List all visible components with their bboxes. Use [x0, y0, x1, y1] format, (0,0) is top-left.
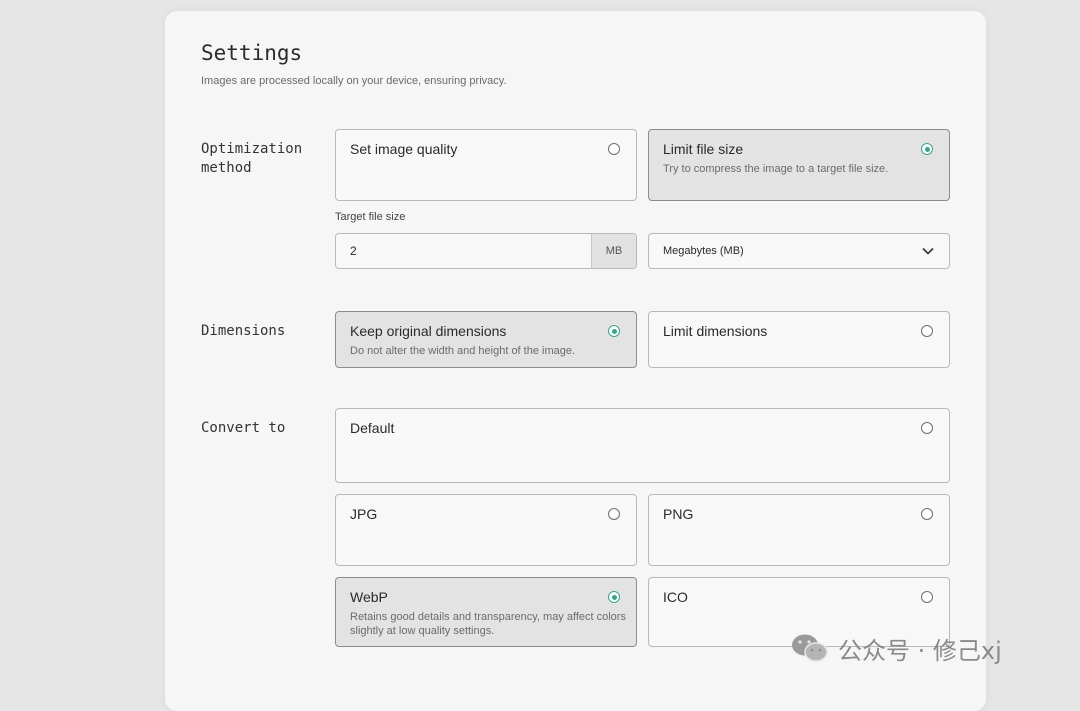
target-file-size-label: Target file size — [335, 211, 406, 223]
radio-selected-icon[interactable] — [921, 143, 933, 155]
radio-icon[interactable] — [921, 325, 933, 337]
option-keep-original-dimensions[interactable]: Keep original dimensions Do not alter th… — [335, 311, 637, 368]
option-title: Keep original dimensions — [350, 323, 507, 339]
page-title: Settings — [201, 41, 303, 65]
radio-icon[interactable] — [608, 508, 620, 520]
section-label-line: Optimization — [201, 141, 303, 157]
radio-icon[interactable] — [921, 508, 933, 520]
unit-select[interactable]: Megabytes (MB) — [648, 233, 950, 269]
chevron-down-icon — [922, 247, 934, 255]
option-png[interactable]: PNG — [648, 494, 950, 566]
radio-icon[interactable] — [921, 591, 933, 603]
option-title: PNG — [663, 506, 694, 522]
option-limit-dimensions[interactable]: Limit dimensions — [648, 311, 950, 368]
radio-selected-icon[interactable] — [608, 591, 620, 603]
watermark-text: 公众号 · 修己xj — [838, 636, 1002, 665]
radio-selected-icon[interactable] — [608, 325, 620, 337]
option-title: JPG — [350, 506, 378, 522]
wechat-icon — [792, 634, 828, 662]
option-limit-file-size[interactable]: Limit file size Try to compress the imag… — [648, 129, 950, 201]
watermark: 公众号 · 修己xj — [790, 630, 1002, 666]
option-title: Limit file size — [663, 141, 744, 157]
option-description: Do not alter the width and height of the… — [350, 345, 576, 357]
radio-icon[interactable] — [608, 143, 620, 155]
section-label-convert: Convert to — [201, 420, 286, 436]
section-label-dimensions: Dimensions — [201, 323, 286, 339]
page-subtitle: Images are processed locally on your dev… — [201, 75, 507, 87]
option-title: WebP — [350, 589, 388, 605]
option-description: Retains good details and transparency, m… — [350, 611, 626, 637]
unit-select-value: Megabytes (MB) — [663, 245, 744, 257]
option-title: Default — [350, 420, 395, 436]
option-title: ICO — [663, 589, 688, 605]
option-webp[interactable]: WebP Retains good details and transparen… — [335, 577, 637, 647]
option-title: Set image quality — [350, 141, 458, 157]
radio-icon[interactable] — [921, 422, 933, 434]
unit-addon: MB — [591, 234, 636, 268]
settings-panel: Settings Images are processed locally on… — [165, 11, 986, 711]
option-set-image-quality[interactable]: Set image quality — [335, 129, 637, 201]
section-label-line: method — [201, 160, 252, 176]
target-file-size-group: MB — [335, 233, 637, 269]
option-title: Limit dimensions — [663, 323, 768, 339]
option-default[interactable]: Default — [335, 408, 950, 483]
option-description: Try to compress the image to a target fi… — [663, 163, 889, 175]
option-jpg[interactable]: JPG — [335, 494, 637, 566]
section-label-optimization: Optimization method — [201, 140, 321, 178]
target-file-size-input[interactable] — [336, 234, 591, 268]
